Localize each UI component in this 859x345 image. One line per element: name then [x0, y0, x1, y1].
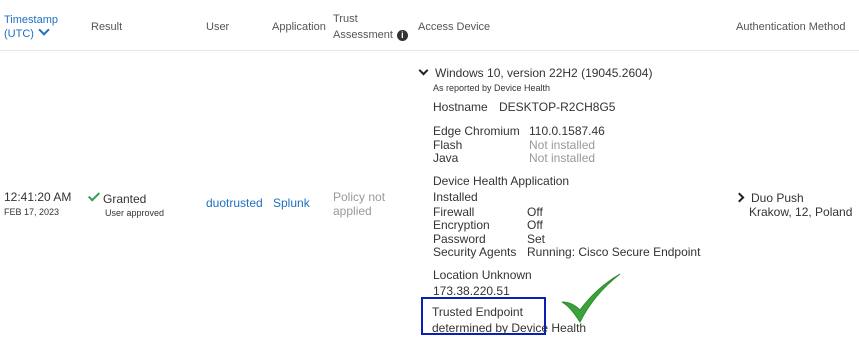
sort-chevron-down-icon[interactable]	[38, 24, 50, 36]
trust-assessment-cell: Policy not applied	[333, 190, 385, 218]
result-column-header: Result	[91, 21, 123, 33]
access-device-column-header: Access Device	[418, 21, 491, 33]
chevron-right-icon	[734, 192, 745, 203]
java-value: Not installed	[529, 151, 596, 165]
browser-version: 110.0.1587.46	[529, 124, 605, 138]
timestamp-time: 12:41:20 AM	[4, 190, 72, 204]
device-os-source: As reported by Device Health	[433, 83, 551, 93]
trust-line1: Policy not	[333, 190, 386, 204]
security-agents-value: Running: Cisco Secure Endpoint	[527, 245, 701, 259]
auth-method-toggle[interactable]: Duo Push	[734, 191, 804, 205]
chevron-down-icon	[418, 65, 429, 76]
device-health-app-label: Device Health Application	[433, 174, 570, 188]
result-cell: Granted User approved	[87, 189, 165, 220]
auth-method: Duo Push	[751, 191, 804, 205]
timestamp-header-unit: (UTC)	[4, 28, 34, 40]
trust-header-line1: Trust	[333, 13, 358, 25]
browser-label: Edge Chromium	[433, 124, 520, 138]
trust-header-line2: Assessment	[333, 29, 393, 41]
table-header: Timestamp (UTC) Result User Application …	[0, 0, 859, 51]
timestamp-header-label: Timestamp	[4, 14, 58, 26]
encryption-value: Off	[527, 218, 543, 232]
java-label: Java	[433, 151, 459, 165]
auth-location: Krakow, 12, Poland	[749, 205, 853, 219]
auth-method-column-header: Authentication Method	[736, 21, 846, 33]
timestamp-cell: 12:41:20 AM FEB 17, 2023	[4, 190, 71, 219]
trusted-endpoint-label: Trusted Endpoint	[432, 305, 523, 319]
big-check-icon	[561, 273, 621, 324]
result-status: Granted	[103, 192, 147, 206]
encryption-label: Encryption	[433, 218, 490, 232]
granted-check-icon	[87, 189, 101, 202]
device-health-app-status: Installed	[433, 190, 478, 204]
user-link[interactable]: duotrusted	[206, 196, 263, 210]
hostname-value: DESKTOP-R2CH8G5	[499, 100, 616, 114]
result-detail: User approved	[105, 208, 165, 218]
device-os-toggle[interactable]: Windows 10, version 22H2 (19045.2604)	[418, 65, 653, 80]
info-icon[interactable]: i	[396, 29, 408, 41]
timestamp-date: FEB 17, 2023	[4, 207, 60, 217]
device-os: Windows 10, version 22H2 (19045.2604)	[435, 66, 653, 80]
trust-assessment-column-header: Trust Assessment i	[333, 12, 408, 42]
timestamp-column-header[interactable]: Timestamp (UTC)	[4, 13, 58, 41]
security-agents-label: Security Agents	[433, 245, 517, 259]
location-label: Location Unknown	[433, 268, 532, 282]
application-link[interactable]: Splunk	[273, 196, 310, 210]
trust-line2: applied	[333, 204, 372, 218]
hostname-label: Hostname	[433, 100, 488, 114]
user-column-header: User	[206, 21, 230, 33]
application-column-header: Application	[272, 21, 326, 33]
